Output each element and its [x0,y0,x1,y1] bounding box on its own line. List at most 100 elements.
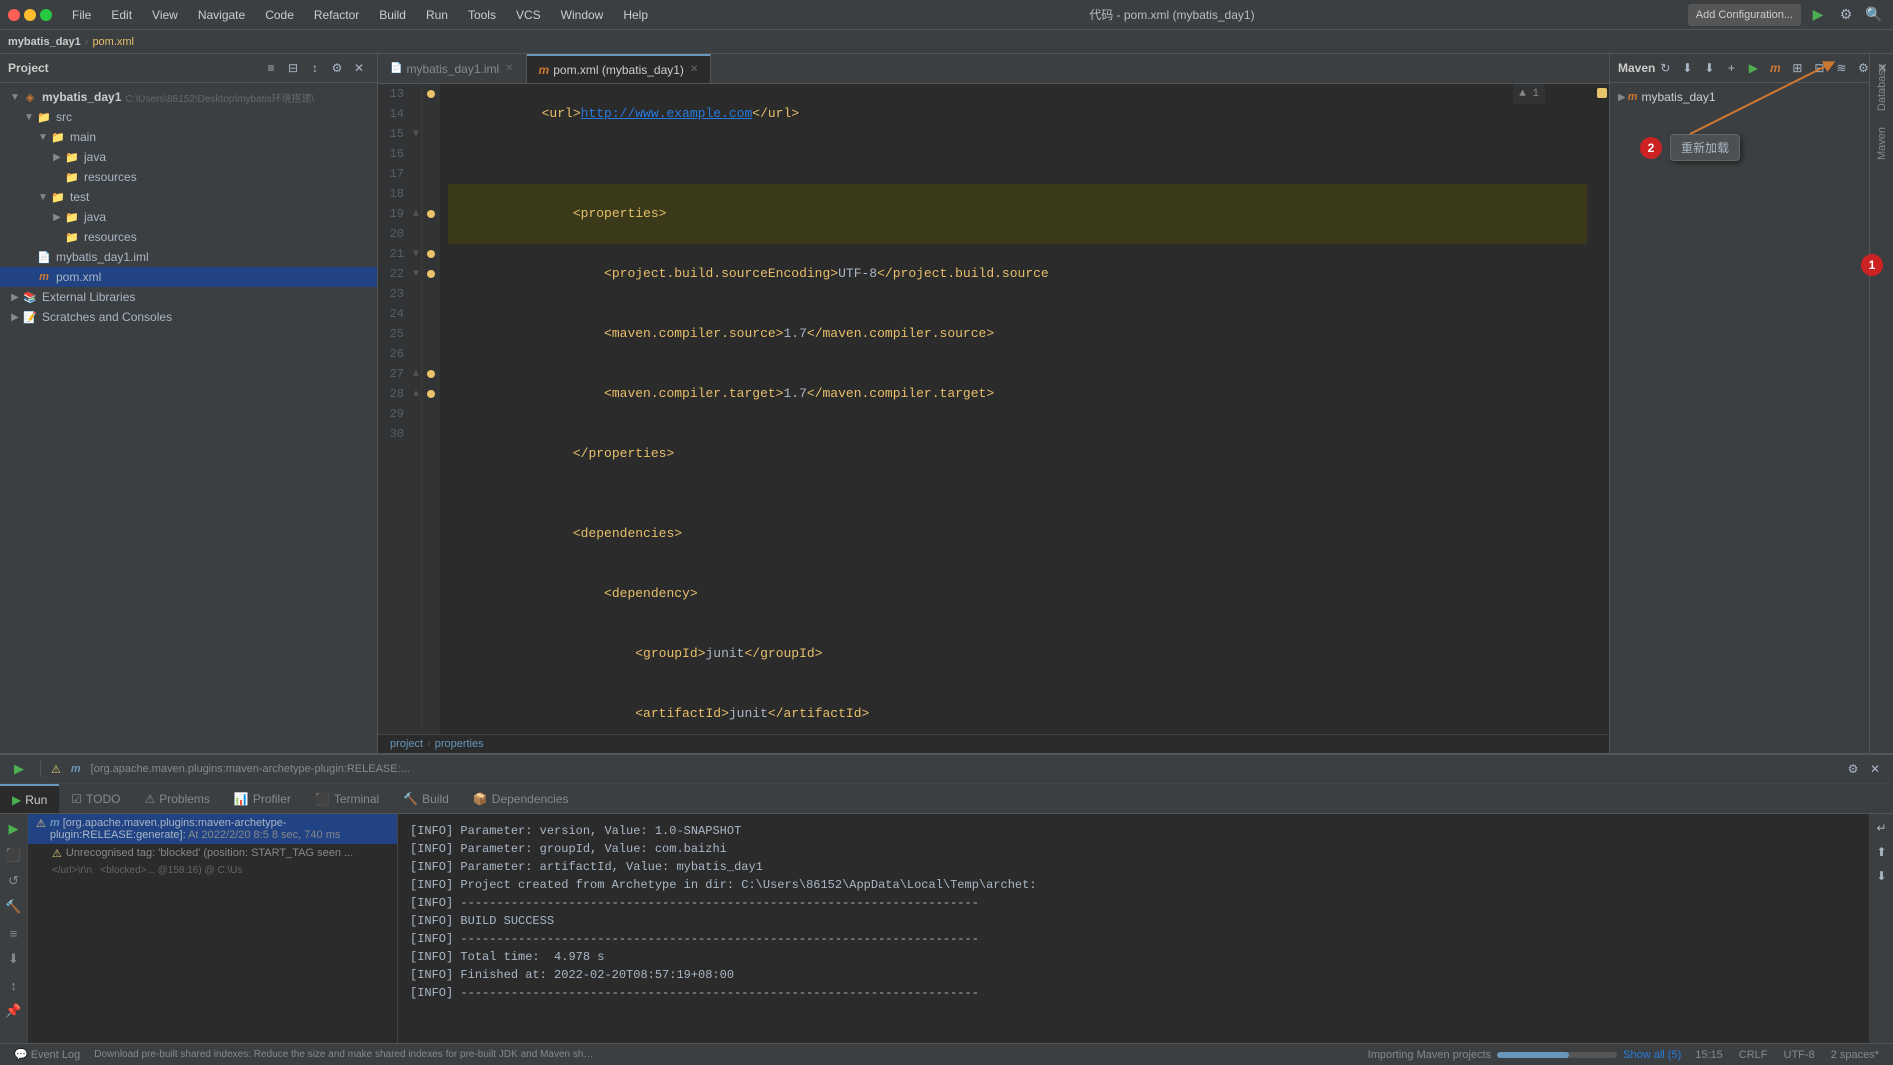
maven-run-btn[interactable]: ▶ [1743,58,1763,78]
module-icon: ◈ [22,89,38,105]
tree-item-ext-libs[interactable]: ▶ 📚 External Libraries [0,287,377,307]
maven-item-root[interactable]: ▶ m mybatis_day1 [1610,87,1869,107]
show-all-btn[interactable]: Show all (5) [1623,1049,1681,1061]
rvtab-maven[interactable]: Maven [1874,121,1890,166]
maven-label-root: mybatis_day1 [1641,90,1715,104]
close-button[interactable] [8,9,20,21]
run-entry-main[interactable]: ⚠ m [org.apache.maven.plugins:maven-arch… [28,814,397,844]
encoding-indicator[interactable]: UTF-8 [1778,1049,1821,1061]
tree-item-java[interactable]: ▶ 📁 java [0,147,377,167]
maven-settings-btn[interactable]: ⚙ [1853,58,1873,78]
tab-mybatis-iml[interactable]: 📄 mybatis_day1.iml ✕ [378,54,527,83]
tree-item-src[interactable]: ▼ 📁 src [0,107,377,127]
badge-1[interactable]: 1 [1861,254,1883,276]
stop-btn[interactable]: ⬛ [3,844,25,866]
panel-layout-btn[interactable]: ⊟ [283,58,303,78]
run-close-btn[interactable]: ✕ [1865,759,1885,779]
run-icon[interactable]: ▶ [1807,4,1829,26]
tab-problems[interactable]: ⚠ Problems [132,784,221,813]
tree-item-test[interactable]: ▼ 📁 test [0,187,377,207]
tree-item-scratches[interactable]: ▶ 📝 Scratches and Consoles [0,307,377,327]
maven-refresh-btn[interactable]: ↻ [1655,58,1675,78]
tree-item-test-java[interactable]: ▶ 📁 java [0,207,377,227]
maven-download2-btn[interactable]: ⬇ [1699,58,1719,78]
menu-item-code[interactable]: Code [257,6,302,24]
maven-m-btn[interactable]: m [1765,58,1785,78]
menu-item-refactor[interactable]: Refactor [306,6,367,24]
tree-item-root[interactable]: ▼ ◈ mybatis_day1 C:\Users\86152\Desktop\… [0,87,377,107]
scroll-bar-right[interactable] [1595,84,1609,734]
menu-item-vcs[interactable]: VCS [508,6,549,24]
tab-run[interactable]: ▶ Run [0,784,59,813]
tree-item-resources[interactable]: 📁 resources [0,167,377,187]
tree-item-test-res[interactable]: 📁 resources [0,227,377,247]
annotation-dot-27[interactable] [427,370,435,378]
maximize-button[interactable] [40,9,52,21]
menu-item-window[interactable]: Window [553,6,612,24]
breadcrumb-properties[interactable]: properties [435,738,484,750]
minimize-button[interactable] [24,9,36,21]
panel-close-btn[interactable]: ✕ [349,58,369,78]
pin-btn[interactable]: 📌 [3,1000,25,1022]
build-btn2[interactable]: 🔨 [3,896,25,918]
bottom-wrap-btn[interactable]: ↵ [1872,818,1892,838]
tab-close-pom[interactable]: ✕ [690,64,698,75]
tree-item-iml[interactable]: 📄 mybatis_day1.iml [0,247,377,267]
window-title: 代码 - pom.xml (mybatis_day1) [656,6,1688,23]
sort-btn[interactable]: ↕ [3,974,25,996]
menu-item-view[interactable]: View [144,6,186,24]
annotation-dot-28[interactable] [427,390,435,398]
tab-terminal[interactable]: ⬛ Terminal [303,784,391,813]
menu-item-edit[interactable]: Edit [103,6,140,24]
tab-pom-xml[interactable]: m pom.xml (mybatis_day1) ✕ [527,54,712,83]
file-tree: ▼ ◈ mybatis_day1 C:\Users\86152\Desktop\… [0,83,377,753]
panel-expand-btn[interactable]: ≡ [261,58,281,78]
maven-toggle1-btn[interactable]: ⊞ [1787,58,1807,78]
code-lines[interactable]: <url>http://www.example.com</url> ▲ 1 <p… [440,84,1595,734]
tree-item-pom[interactable]: m pom.xml [0,267,377,287]
tree-item-main[interactable]: ▼ 📁 main [0,127,377,147]
event-log-btn[interactable]: 💬 Event Log [8,1048,86,1061]
maven-toggle2-btn[interactable]: ⊟ [1809,58,1829,78]
run-play-icon[interactable]: ▶ [8,758,30,780]
run-settings-btn[interactable]: ⚙ [1843,759,1863,779]
run-entry-sub[interactable]: ⚠ Unrecognised tag: 'blocked' (position:… [28,844,397,863]
filter-btn[interactable]: ≡ [3,922,25,944]
position-indicator[interactable]: 15:15 [1689,1049,1729,1061]
run-btn[interactable]: ▶ [3,818,25,840]
annotation-dot-21[interactable] [427,250,435,258]
menu-item-file[interactable]: File [64,6,99,24]
annotation-dot-19[interactable] [427,210,435,218]
menu-item-help[interactable]: Help [615,6,656,24]
tab-build[interactable]: 🔨 Build [391,784,461,813]
maven-toggle3-btn[interactable]: ≋ [1831,58,1851,78]
maven-download-btn[interactable]: ⬇ [1677,58,1697,78]
rerun-btn[interactable]: ↺ [3,870,25,892]
tab-close-iml[interactable]: ✕ [505,63,513,74]
code-editor[interactable]: 13 14 15 16 17 18 19 20 21 22 23 24 25 2… [378,84,1609,734]
panel-sort-btn[interactable]: ↕ [305,58,325,78]
tab-todo[interactable]: ☑ TODO [59,784,132,813]
rvtab-database[interactable]: Database [1874,58,1890,117]
menu-item-build[interactable]: Build [371,6,414,24]
bottom-up-btn[interactable]: ⬆ [1872,842,1892,862]
crlf-indicator[interactable]: CRLF [1733,1049,1774,1061]
breadcrumb-project[interactable]: project [390,738,423,750]
search-icon[interactable]: 🔍 [1863,4,1885,26]
badge-2[interactable]: 2 [1640,137,1662,159]
menu-item-run[interactable]: Run [418,6,456,24]
settings-icon[interactable]: ⚙ [1835,4,1857,26]
menu-item-navigate[interactable]: Navigate [190,6,253,24]
bottom-down-btn[interactable]: ⬇ [1872,866,1892,886]
maven-add-btn[interactable]: + [1721,58,1741,78]
menu-item-tools[interactable]: Tools [460,6,504,24]
annotation-dot-13[interactable] [427,90,435,98]
indent-indicator[interactable]: 2 spaces* [1825,1049,1885,1061]
add-config-button[interactable]: Add Configuration... [1688,4,1801,26]
tab-profiler[interactable]: 📊 Profiler [222,784,303,813]
annot-30 [422,424,440,444]
scroll-end-btn[interactable]: ⬇ [3,948,25,970]
tab-dependencies[interactable]: 📦 Dependencies [461,784,581,813]
panel-settings-btn[interactable]: ⚙ [327,58,347,78]
annotation-dot-22[interactable] [427,270,435,278]
